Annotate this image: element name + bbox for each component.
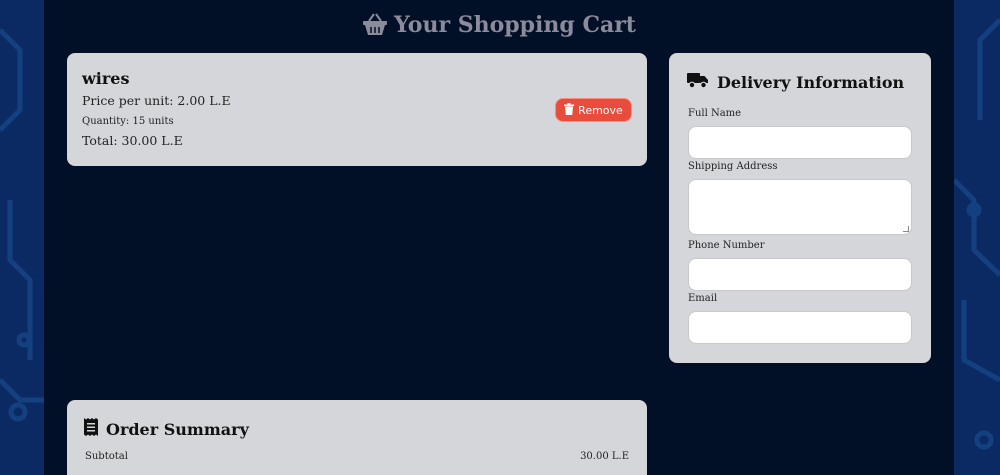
shipping-address-input[interactable]: [688, 179, 912, 235]
phone-number-label: Phone Number: [688, 240, 765, 251]
remove-button-label: Remove: [578, 103, 623, 117]
remove-button[interactable]: Remove: [555, 98, 632, 122]
shipping-address-label: Shipping Address: [688, 161, 778, 172]
item-quantity: Quantity: 15 units: [82, 116, 174, 127]
full-name-label: Full Name: [688, 108, 742, 119]
item-name: wires: [82, 69, 130, 88]
item-price: Price per unit: 2.00 L.E: [82, 93, 231, 108]
email-label: Email: [688, 293, 718, 304]
delivery-panel: Delivery Information Full Name Shipping …: [669, 53, 931, 363]
email-input[interactable]: [688, 311, 912, 344]
cart-item: wires Price per unit: 2.00 L.E Quantity:…: [67, 53, 647, 166]
truck-icon: [687, 71, 709, 93]
left-background-pattern: [0, 0, 44, 475]
subtotal-label: Subtotal: [85, 451, 128, 462]
right-background-pattern: [954, 0, 1000, 475]
full-name-input[interactable]: [688, 126, 912, 159]
order-summary-panel: Order Summary Subtotal 30.00 L.E: [67, 400, 647, 475]
order-summary-heading-text: Order Summary: [106, 419, 249, 439]
trash-icon: [564, 102, 575, 118]
order-summary-heading: Order Summary: [84, 418, 249, 440]
phone-number-input[interactable]: [688, 258, 912, 291]
page-title-text: Your Shopping Cart: [394, 12, 636, 38]
page-title: Your Shopping Cart: [44, 10, 954, 44]
receipt-icon: [84, 418, 98, 440]
subtotal-value: 30.00 L.E: [580, 451, 629, 462]
main-content: Your Shopping Cart wires Price per unit:…: [44, 0, 954, 475]
delivery-heading: Delivery Information: [687, 71, 904, 93]
item-total: Total: 30.00 L.E: [82, 133, 183, 148]
delivery-heading-text: Delivery Information: [717, 72, 905, 92]
basket-icon: [362, 12, 388, 44]
